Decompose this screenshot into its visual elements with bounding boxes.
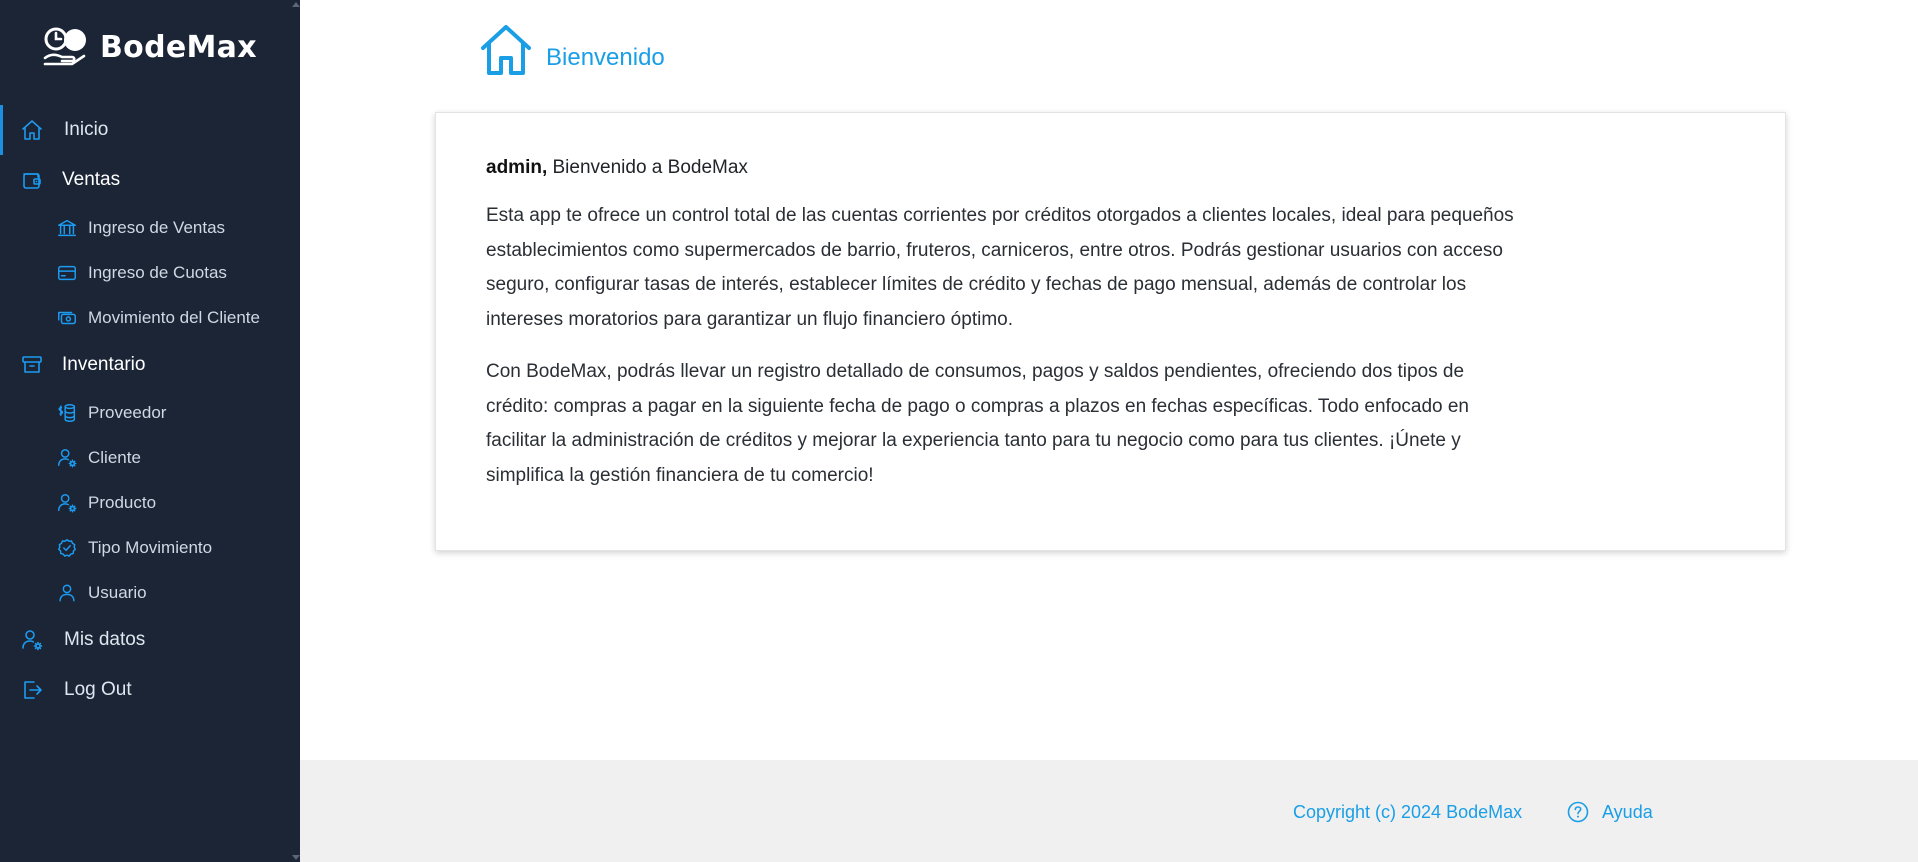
coins-dollar-icon [58,403,76,422]
sidebar-item-label: Movimiento del Cliente [88,307,260,327]
footer: Copyright (c) 2024 BodeMax Ayuda [300,760,1918,862]
sidebar-item-label: Log Out [64,679,132,700]
user-icon [59,583,75,602]
help-label: Ayuda [1602,801,1653,822]
user-gear-icon [22,630,43,651]
home-icon [481,25,531,75]
sidebar-item-label: Ventas [62,169,121,190]
sidebar-item-label: Mis datos [64,629,146,650]
sidebar-item-ingreso-de-ventas[interactable]: Ingreso de Ventas [0,205,300,250]
sidebar-group-ventas[interactable]: Ventas [0,155,300,205]
check-badge-icon [58,538,76,557]
description-paragraph-2: Con BodeMax, podrás llevar un registro d… [486,361,1469,486]
cash-stack-icon [58,311,76,324]
sidebar-nav: Inicio Ventas Ingreso de Ventas Ingreso … [0,105,300,715]
sidebar-item-proveedor[interactable]: Proveedor [0,390,300,435]
page-title: Bienvenido [546,44,665,71]
sidebar-item-label: Usuario [88,582,147,602]
home-icon [22,120,42,140]
sidebar-item-label: Proveedor [88,402,167,422]
sidebar-item-label: Cliente [88,447,141,467]
username: admin, [486,157,548,178]
sidebar-item-producto[interactable]: Producto [0,480,300,525]
clock-coin-hand-icon [43,27,86,66]
sidebar-item-cliente[interactable]: Cliente [0,435,300,480]
brand-name: BodeMax [100,29,257,65]
greeting: admin, Bienvenido a BodeMax [486,157,1735,179]
sidebar-item-label: Inicio [64,119,109,140]
help-link[interactable]: Ayuda [1566,800,1653,824]
sidebar-group-inventario[interactable]: Inventario [0,340,300,390]
sidebar-item-label: Inventario [62,354,146,375]
main-content: Bienvenido admin, Bienvenido a BodeMax E… [300,0,1918,760]
greeting-text: Bienvenido a BodeMax [547,157,748,178]
sidebar-item-movimiento-del-cliente[interactable]: Movimiento del Cliente [0,295,300,340]
sidebar-item-label: Ingreso de Cuotas [88,262,227,282]
sidebar-item-inicio[interactable]: Inicio [0,105,300,155]
sidebar-item-label: Tipo Movimiento [88,537,213,557]
user-gear-icon [58,493,77,512]
scroll-down-arrow-icon[interactable] [292,855,300,860]
brand[interactable]: BodeMax [42,26,257,68]
sidebar-item-mis-datos[interactable]: Mis datos [0,615,300,665]
welcome-card: admin, Bienvenido a BodeMax Esta app te … [435,112,1786,551]
sidebar-item-ingreso-de-cuotas[interactable]: Ingreso de Cuotas [0,250,300,295]
sidebar-item-log-out[interactable]: Log Out [0,665,300,715]
logout-icon [24,681,42,699]
sidebar-item-label: Producto [88,492,157,512]
sidebar-item-label: Ingreso de Ventas [88,217,226,237]
bank-icon [58,219,76,236]
scroll-up-arrow-icon[interactable] [292,2,300,7]
credit-card-icon [58,265,76,280]
sidebar: BodeMax Inicio Ventas Ingreso de Ventas … [0,0,300,862]
page-header: Bienvenido [478,22,665,78]
sidebar-item-usuario[interactable]: Usuario [0,570,300,615]
archive-box-icon [22,356,42,373]
copyright-text: Copyright (c) 2024 BodeMax [1293,802,1523,822]
description-paragraph-1: Esta app te ofrece un control total de l… [486,205,1514,330]
sidebar-item-tipo-movimiento[interactable]: Tipo Movimiento [0,525,300,570]
wallet-icon [23,173,41,189]
user-gear-icon [58,448,77,467]
question-circle-icon [1567,801,1589,823]
